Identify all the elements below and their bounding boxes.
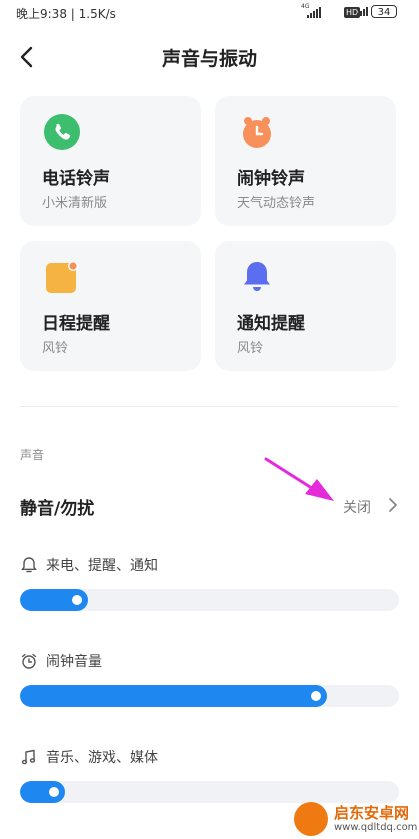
bell-icon [244,262,270,291]
music-note-icon [21,749,36,765]
phone-icon [44,114,80,150]
mute-dnd-value: 关闭 [343,500,371,516]
volume-fill [20,685,327,707]
signal-icon [307,7,321,18]
status-time: 晚上9:38 | 1.5K/s [16,7,116,21]
volume-slider-ring[interactable] [20,589,399,611]
alarm-outline-icon [21,653,37,669]
volume-knob[interactable] [49,787,59,797]
volume-label-text: 闹钟音量 [46,654,102,670]
status-bar: 晚上9:38 | 1.5K/s 4G HD 34 [0,0,419,26]
calendar-icon [46,261,78,293]
volume-knob[interactable] [311,691,321,701]
volume-label-text: 音乐、游戏、媒体 [46,750,158,766]
card-call-ringtone[interactable]: 电话铃声 小米清新版 [20,96,201,226]
signal-icon-2 [357,7,368,16]
watermark-title: 启东安卓网 [334,804,410,822]
volume-label-alarm: 闹钟音量 [20,651,102,671]
battery-icon: 34 [371,5,397,18]
volume-label-ring: 来电、提醒、通知 [20,555,158,575]
volume-knob[interactable] [72,595,82,605]
card-calendar-reminder[interactable]: 日程提醒 风铃 [20,241,201,371]
alarm-clock-icon [243,117,271,148]
volume-label-media: 音乐、游戏、媒体 [20,747,158,767]
volume-label-text: 来电、提醒、通知 [46,558,158,574]
card-subtitle: 风铃 [42,341,69,356]
card-title: 日程提醒 [42,314,110,334]
card-title: 闹钟铃声 [237,169,305,189]
watermark-url: www.qdltdq.com [334,822,418,833]
mute-dnd-label: 静音/勿扰 [20,499,95,519]
watermark: 启东安卓网 www.qdltdq.com [290,800,419,839]
card-title: 电话铃声 [42,169,110,189]
card-subtitle: 天气动态铃声 [237,196,316,211]
bell-outline-icon [21,557,37,573]
watermark-logo-icon [294,802,328,836]
section-title-sound: 声音 [20,448,45,462]
card-alarm-ringtone[interactable]: 闹钟铃声 天气动态铃声 [215,96,396,226]
card-title: 通知提醒 [237,314,305,334]
card-subtitle: 风铃 [237,341,264,356]
card-notification-reminder[interactable]: 通知提醒 风铃 [215,241,396,371]
mute-dnd-row[interactable]: 静音/勿扰 关闭 [0,482,419,528]
chevron-right-icon [389,498,397,512]
divider [20,406,398,407]
page-title: 声音与振动 [161,48,257,70]
volume-slider-alarm[interactable] [20,685,399,707]
top-bar: 声音与振动 [0,34,419,80]
card-subtitle: 小米清新版 [42,196,108,211]
